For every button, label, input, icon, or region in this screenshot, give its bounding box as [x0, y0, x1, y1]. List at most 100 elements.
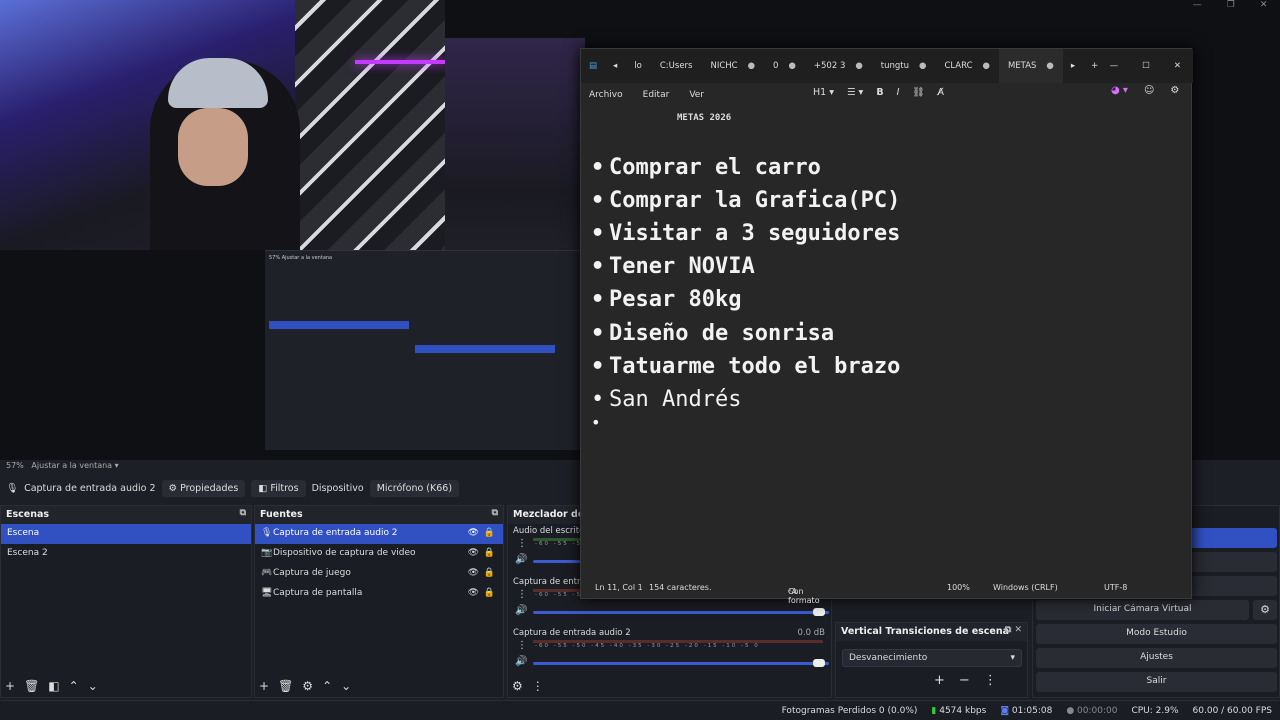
move-down-icon[interactable]: ⌄	[88, 679, 98, 693]
status-bar: Fotogramas Perdidos 0 (0.0%) ▮ 4574 kbps…	[0, 700, 1280, 720]
copilot-icon[interactable]: ◕ ▾	[1111, 85, 1128, 96]
scroll-left-icon[interactable]: ◂	[605, 61, 625, 71]
speaker-icon[interactable]: 🔊	[515, 554, 527, 565]
add-icon[interactable]: +	[259, 679, 269, 693]
transition-select[interactable]: Desvanecimiento ▾	[842, 649, 1022, 667]
source-item[interactable]: 🖥Captura de pantalla 👁 🔒	[255, 584, 503, 604]
tab[interactable]: tungtu ●	[872, 49, 936, 83]
scene-item[interactable]: Escena	[1, 524, 251, 544]
exit-button[interactable]: Salir	[1036, 672, 1277, 692]
speaker-icon[interactable]: 🔊	[515, 656, 527, 667]
volume-knob[interactable]	[813, 659, 825, 667]
source-item[interactable]: 🎙Captura de entrada audio 2 👁 🔒	[255, 524, 503, 544]
source-item[interactable]: 📷Dispositivo de captura de video 👁 🔒	[255, 544, 503, 564]
remove-icon[interactable]: −	[959, 673, 970, 688]
menu-ver[interactable]: Ver	[689, 90, 704, 100]
zoom-level[interactable]: 100%	[947, 583, 970, 592]
bitrate: ▮ 4574 kbps	[931, 705, 987, 716]
eye-icon[interactable]: 👁	[468, 588, 479, 598]
eye-icon[interactable]: 👁	[468, 548, 479, 558]
cursor-position: Ln 11, Col 1	[595, 582, 643, 592]
link-icon[interactable]: ⛓	[912, 87, 924, 98]
list-item: • San Andrés	[591, 387, 742, 412]
scene-item[interactable]: Escena 2	[1, 544, 251, 564]
undock-icon[interactable]: ⧉	[240, 508, 246, 518]
heading-select[interactable]: H1 ▾	[813, 87, 834, 98]
move-down-icon[interactable]: ⌄	[341, 679, 351, 693]
tab[interactable]: lo	[625, 49, 651, 83]
monitor-icon: 🖥	[261, 588, 273, 598]
lock-icon[interactable]: 🔒	[484, 548, 495, 558]
obs-window-controls[interactable]: — ❐ ✕	[1180, 0, 1280, 14]
add-icon[interactable]: +	[5, 679, 15, 693]
menu-icon[interactable]: ⋮	[517, 589, 527, 600]
filters-button[interactable]: ◧ Filtros	[251, 479, 306, 497]
undock-icon[interactable]: ⧉	[492, 508, 498, 518]
lock-icon[interactable]: 🔒	[484, 528, 495, 538]
menu-icon[interactable]: ⋮	[532, 679, 544, 693]
menu-archivo[interactable]: Archivo	[589, 90, 623, 100]
encoding[interactable]: UTF-8	[1104, 583, 1127, 592]
gear-icon[interactable]: ⚙	[512, 679, 523, 693]
speaker-icon[interactable]: 🔊	[515, 605, 527, 616]
line-ending[interactable]: Windows (CRLF)	[993, 583, 1058, 592]
chevron-down-icon[interactable]: ▾	[115, 461, 119, 470]
tab[interactable]: CLARC ●	[935, 49, 999, 83]
tab[interactable]: NICHC ●	[701, 49, 764, 83]
menu-icon[interactable]: ⋮	[517, 640, 527, 651]
move-up-icon[interactable]: ⌃	[69, 679, 79, 693]
menu-icon[interactable]: ⋮	[984, 673, 997, 688]
menu-editar[interactable]: Editar	[643, 90, 670, 100]
rec-time: ● 00:00:00	[1066, 705, 1118, 716]
volume-slider[interactable]	[533, 611, 829, 614]
filter-icon[interactable]: ◧	[48, 679, 59, 693]
notepad-tabbar: ▤ ◂ lo C:Users NICHC ● 0 ● +502 3 ● tungtu ●…	[581, 49, 1193, 83]
lock-icon[interactable]: 🔒	[484, 568, 495, 578]
microphone-icon: 🎙	[261, 528, 273, 538]
gear-icon[interactable]: ⚙	[1170, 85, 1179, 96]
zoom-level: 57%	[6, 461, 24, 470]
clear-format-icon[interactable]: A̸	[937, 87, 944, 98]
notepad-editor[interactable]: METAS 2026 • Comprar el carro • Comprar la…	[581, 107, 1193, 575]
settings-button[interactable]: Ajustes	[1036, 648, 1277, 668]
device-select[interactable]: Micrófono (K66)	[369, 479, 460, 497]
list-icon[interactable]: ☰ ▾	[847, 87, 863, 98]
gear-icon[interactable]: ⚙	[1253, 600, 1277, 620]
tab[interactable]: +502 3 ●	[805, 49, 872, 83]
trash-icon[interactable]: 🗑	[24, 679, 39, 693]
close-icon[interactable]: ✕	[1174, 61, 1181, 71]
scroll-right-icon[interactable]: ▸	[1063, 61, 1083, 71]
studio-mode-button[interactable]: Modo Estudio	[1036, 624, 1277, 644]
tab-active[interactable]: METAS ●	[998, 49, 1063, 83]
source-item[interactable]: 🎮Captura de juego 👁 🔒	[255, 564, 503, 584]
tab[interactable]: 0 ●	[764, 49, 805, 83]
gear-icon[interactable]: ⚙	[302, 679, 313, 693]
close-icon[interactable]: ⧉ ✕	[1005, 625, 1022, 635]
lock-icon[interactable]: 🔒	[484, 588, 495, 598]
close-icon[interactable]: ✕	[1260, 0, 1268, 14]
maximize-icon[interactable]: ❐	[1227, 0, 1235, 14]
new-tab-icon[interactable]: +	[1083, 61, 1106, 71]
source-properties-bar: 🎙 Captura de entrada audio 2 ⚙ Propiedad…	[0, 476, 580, 500]
maximize-icon[interactable]: ☐	[1142, 61, 1150, 71]
trash-icon[interactable]: 🗑	[278, 679, 293, 693]
transitions-title: Vertical Transiciones de escena	[841, 626, 1010, 637]
eye-icon[interactable]: 👁	[468, 528, 479, 538]
minimize-icon[interactable]: —	[1110, 61, 1119, 71]
properties-button[interactable]: ⚙ Propiedades	[161, 479, 246, 497]
volume-slider[interactable]	[533, 662, 829, 665]
volume-knob[interactable]	[813, 608, 825, 616]
add-icon[interactable]: +	[934, 673, 945, 688]
account-icon[interactable]: ☺	[1144, 85, 1154, 96]
italic-icon[interactable]: I	[897, 87, 900, 98]
move-up-icon[interactable]: ⌃	[322, 679, 332, 693]
mixer-channel: Captura de entrada audio 2 0.0 dB ⋮ -60 …	[513, 628, 829, 676]
minimize-icon[interactable]: —	[1193, 0, 1202, 14]
bold-icon[interactable]: B	[876, 87, 883, 98]
tab[interactable]: C:Users	[651, 49, 702, 83]
eye-icon[interactable]: 👁	[468, 568, 479, 578]
fit-window-select[interactable]: Ajustar a la ventana	[31, 461, 112, 470]
virtual-camera-button[interactable]: Iniciar Cámara Virtual	[1036, 600, 1249, 620]
menu-icon[interactable]: ⋮	[517, 538, 527, 549]
gamepad-icon: 🎮	[261, 568, 273, 578]
